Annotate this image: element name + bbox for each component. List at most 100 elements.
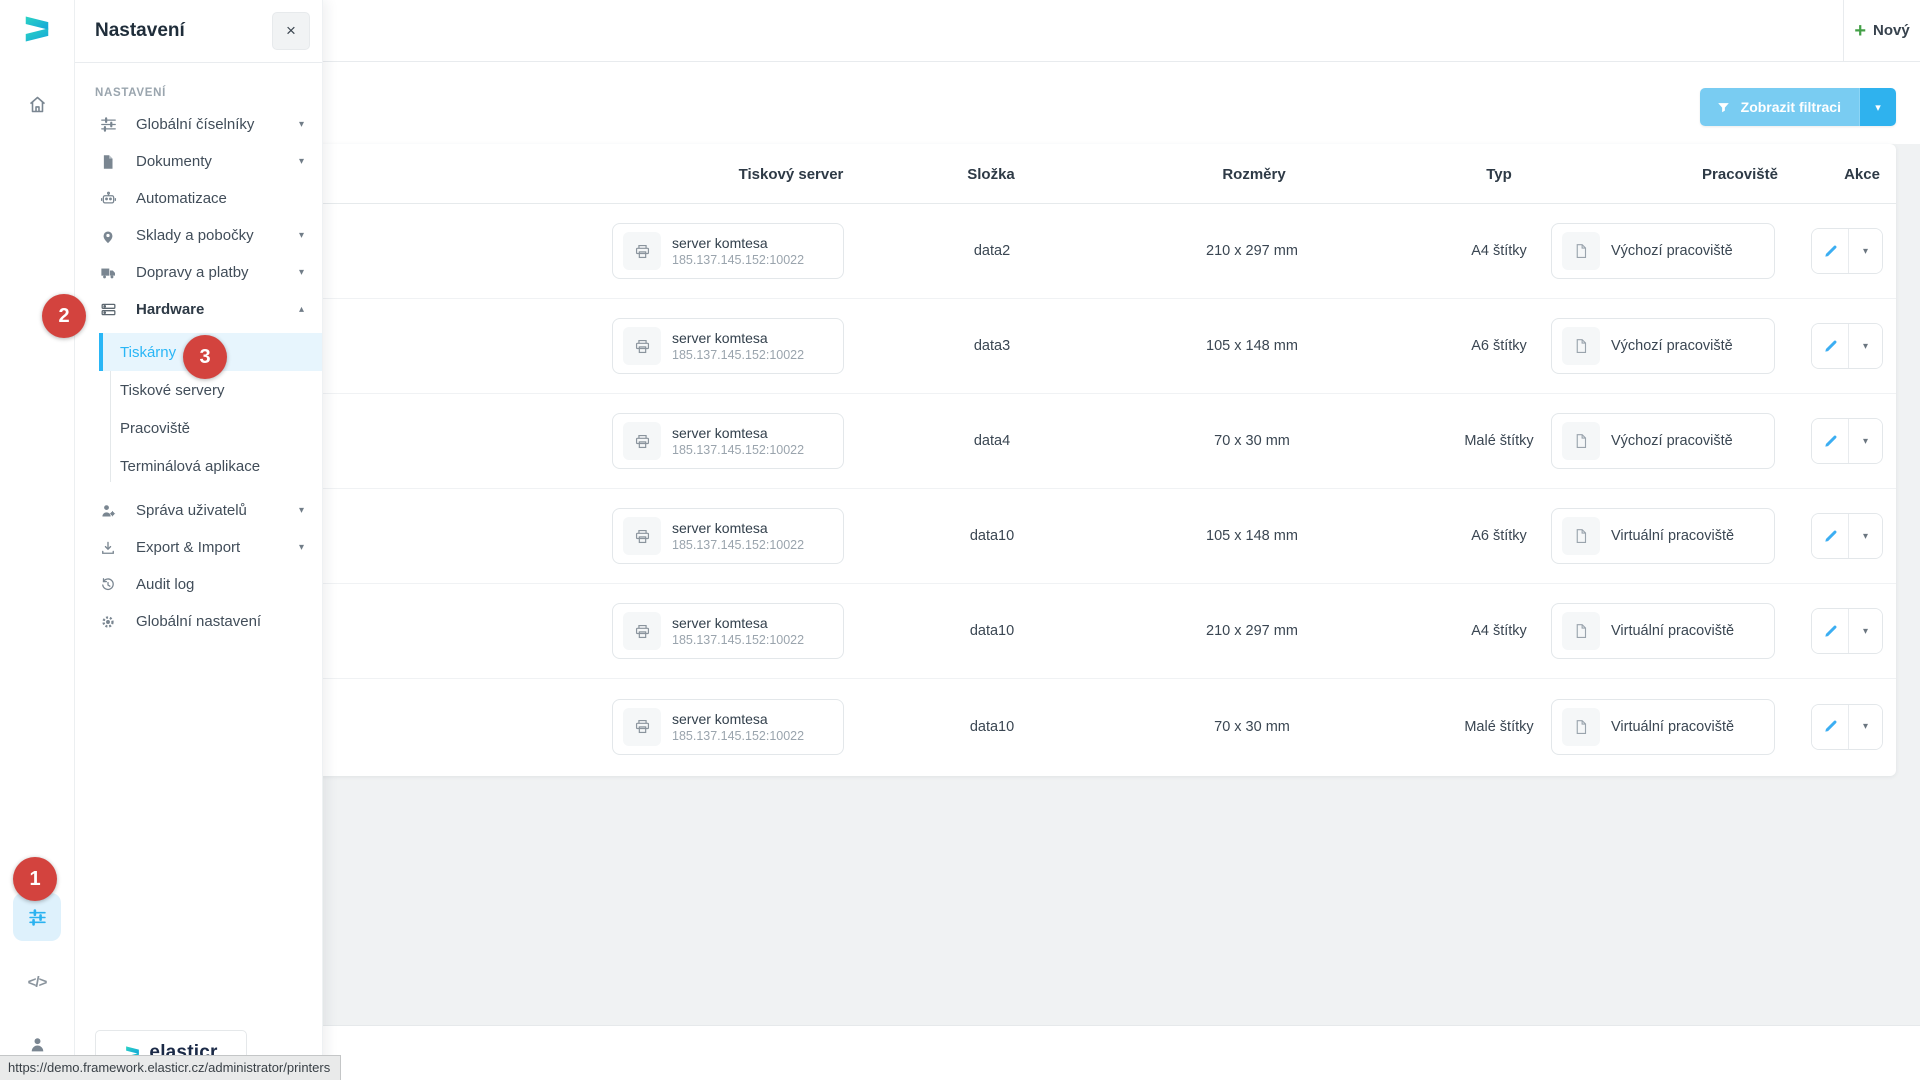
- sidebar-item-dopravy-a-platby[interactable]: Dopravy a platby ▾: [75, 254, 322, 291]
- workplace-chip[interactable]: Virtuální pracoviště: [1551, 603, 1775, 659]
- workplace-chip[interactable]: Výchozí pracoviště: [1551, 413, 1775, 469]
- sidebar-subitem-label: Tiskárny: [120, 344, 176, 361]
- sidebar-item-globalni-nastaveni[interactable]: Globální nastavení: [75, 603, 322, 640]
- new-button[interactable]: + Nový: [1843, 0, 1920, 61]
- chevron-down-icon: ▾: [299, 156, 304, 167]
- table-row: server komtesa 185.137.145.152:10022 dat…: [302, 679, 1896, 774]
- sidebar-item-sklady-a-pobocky[interactable]: Sklady a pobočky ▾: [75, 217, 322, 254]
- server-address: 185.137.145.152:10022: [672, 253, 804, 267]
- sidebar-item-label: Dopravy a platby: [136, 264, 249, 281]
- settings-drawer: Nastavení × NASTAVENÍ Globální číselníky…: [75, 0, 323, 1080]
- row-actions: ▾: [1811, 323, 1883, 369]
- sidebar-item-globalni-ciselniky[interactable]: Globální číselníky ▾: [75, 106, 322, 143]
- file-icon: [1562, 517, 1600, 555]
- sidebar-item-label: Audit log: [136, 576, 194, 593]
- sidebar-subitem-label: Pracoviště: [120, 420, 190, 437]
- row-menu-button[interactable]: ▾: [1849, 229, 1882, 273]
- sidebar-subitem-pracoviste[interactable]: Pracoviště: [99, 409, 322, 447]
- home-button[interactable]: [13, 80, 61, 128]
- column-header-folder: Složka: [967, 144, 1015, 204]
- edit-button[interactable]: [1812, 609, 1849, 653]
- status-url: https://demo.framework.elasticr.cz/admin…: [8, 1060, 330, 1075]
- row-menu-button[interactable]: ▾: [1849, 609, 1882, 653]
- dimensions-cell: 105 x 148 mm: [1206, 528, 1298, 544]
- workplace-label: Virtuální pracoviště: [1611, 719, 1734, 735]
- page-footer: [75, 1025, 1920, 1080]
- filter-split-button: Zobrazit filtraci ▾: [1700, 88, 1896, 126]
- sidebar-item-sprava-uzivatelu[interactable]: Správa uživatelů ▾: [75, 492, 322, 529]
- settings-section-label: NASTAVENÍ: [95, 87, 322, 99]
- chevron-down-icon: ▾: [1863, 626, 1868, 637]
- show-filter-button[interactable]: Zobrazit filtraci: [1700, 88, 1859, 126]
- dimensions-cell: 70 x 30 mm: [1214, 433, 1290, 449]
- folder-cell: data10: [970, 719, 1014, 735]
- download-icon: [99, 539, 120, 557]
- server-name: server komtesa: [672, 425, 804, 441]
- sidebar-item-hardware[interactable]: Hardware ▴: [75, 291, 322, 328]
- print-server-chip[interactable]: server komtesa 185.137.145.152:10022: [612, 413, 844, 469]
- rail-code-button[interactable]: </>: [13, 958, 61, 1006]
- folder-cell: data3: [974, 338, 1010, 354]
- robot-icon: [99, 189, 120, 208]
- server-address: 185.137.145.152:10022: [672, 729, 804, 743]
- sidebar-item-audit-log[interactable]: Audit log: [75, 566, 322, 603]
- sidebar-item-label: Automatizace: [136, 190, 227, 207]
- print-server-chip[interactable]: server komtesa 185.137.145.152:10022: [612, 603, 844, 659]
- folder-cell: data10: [970, 528, 1014, 544]
- print-server-chip[interactable]: server komtesa 185.137.145.152:10022: [612, 699, 844, 755]
- file-icon: [1562, 232, 1600, 270]
- chevron-up-icon: ▴: [299, 304, 304, 315]
- pencil-icon: [1822, 623, 1839, 640]
- edit-button[interactable]: [1812, 229, 1849, 273]
- step-badge-3: 3: [183, 335, 227, 379]
- plus-icon: +: [1854, 21, 1866, 41]
- server-address: 185.137.145.152:10022: [672, 538, 804, 552]
- print-server-chip[interactable]: server komtesa 185.137.145.152:10022: [612, 223, 844, 279]
- row-actions: ▾: [1811, 418, 1883, 464]
- sidebar-subitem-terminalova-aplikace[interactable]: Terminálová aplikace: [99, 447, 322, 485]
- close-button[interactable]: ×: [272, 12, 310, 50]
- map-pin-icon: [99, 227, 120, 245]
- step-badge-1: 1: [13, 857, 57, 901]
- code-icon: </>: [28, 974, 47, 991]
- table-row: server komtesa 185.137.145.152:10022 dat…: [302, 489, 1896, 584]
- app-logo-icon: [22, 11, 52, 47]
- table-header: Tiskový server Složka Rozměry Typ Pracov…: [302, 144, 1896, 204]
- workplace-label: Výchozí pracoviště: [1611, 433, 1733, 449]
- print-server-chip[interactable]: server komtesa 185.137.145.152:10022: [612, 508, 844, 564]
- edit-button[interactable]: [1812, 419, 1849, 463]
- edit-button[interactable]: [1812, 324, 1849, 368]
- sliders-icon: [27, 907, 48, 928]
- type-cell: A6 štítky: [1471, 528, 1527, 544]
- row-menu-button[interactable]: ▾: [1849, 705, 1882, 749]
- row-actions: ▾: [1811, 228, 1883, 274]
- file-icon: [1562, 612, 1600, 650]
- pencil-icon: [1822, 528, 1839, 545]
- workplace-chip[interactable]: Virtuální pracoviště: [1551, 699, 1775, 755]
- printer-icon: [623, 517, 661, 555]
- file-icon: [1562, 422, 1600, 460]
- sidebar-item-dokumenty[interactable]: Dokumenty ▾: [75, 143, 322, 180]
- table-row: server komtesa 185.137.145.152:10022 dat…: [302, 204, 1896, 299]
- table-row: server komtesa 185.137.145.152:10022 dat…: [302, 299, 1896, 394]
- sidebar-item-export-import[interactable]: Export & Import ▾: [75, 529, 322, 566]
- type-cell: Malé štítky: [1464, 433, 1533, 449]
- file-icon: [1562, 327, 1600, 365]
- workplace-chip[interactable]: Výchozí pracoviště: [1551, 318, 1775, 374]
- printer-icon: [623, 612, 661, 650]
- edit-button[interactable]: [1812, 705, 1849, 749]
- column-header-workplace: Pracoviště: [1702, 144, 1778, 204]
- column-header-actions: Akce: [1844, 144, 1880, 204]
- workplace-chip[interactable]: Virtuální pracoviště: [1551, 508, 1775, 564]
- row-menu-button[interactable]: ▾: [1849, 324, 1882, 368]
- row-menu-button[interactable]: ▾: [1849, 514, 1882, 558]
- funnel-icon: [1716, 100, 1731, 115]
- workplace-chip[interactable]: Výchozí pracoviště: [1551, 223, 1775, 279]
- filter-dropdown-button[interactable]: ▾: [1859, 88, 1896, 126]
- print-server-chip[interactable]: server komtesa 185.137.145.152:10022: [612, 318, 844, 374]
- sliders-icon: [99, 115, 120, 134]
- edit-button[interactable]: [1812, 514, 1849, 558]
- chevron-down-icon: ▾: [299, 542, 304, 553]
- sidebar-item-automatizace[interactable]: Automatizace: [75, 180, 322, 217]
- row-menu-button[interactable]: ▾: [1849, 419, 1882, 463]
